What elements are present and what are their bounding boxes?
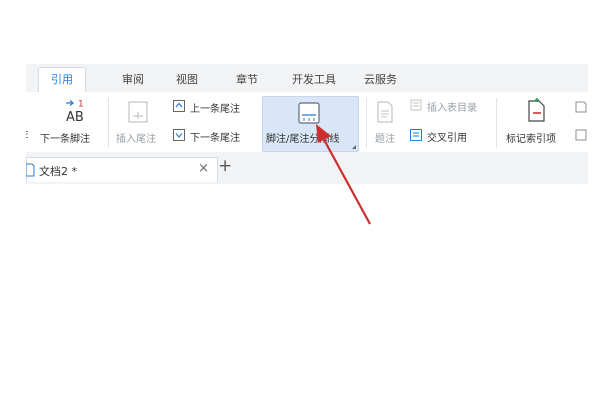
annotation-arrow bbox=[316, 124, 371, 225]
